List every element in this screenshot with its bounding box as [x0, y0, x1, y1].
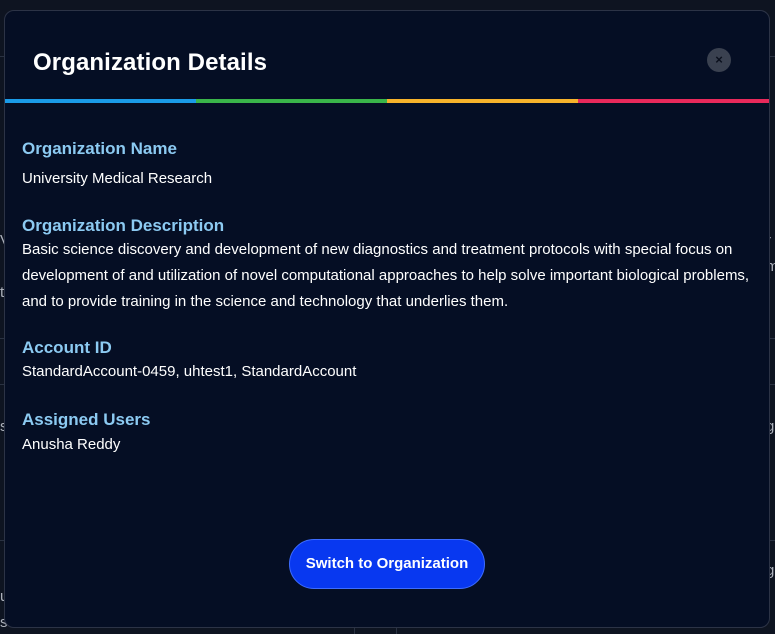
accent-stripe — [5, 99, 769, 103]
modal-title: Organization Details — [33, 49, 268, 76]
assigned-users-label: Assigned Users — [22, 410, 151, 429]
accent-segment-yellow — [387, 99, 578, 103]
org-name-label: Organization Name — [22, 139, 177, 158]
close-icon[interactable]: × — [707, 48, 731, 72]
org-description-label: Organization Description — [22, 216, 225, 235]
accent-segment-green — [196, 99, 387, 103]
account-id-label: Account ID — [22, 338, 112, 357]
organization-details-modal: Organization Details × Organization Name… — [4, 10, 770, 628]
accent-segment-blue — [5, 99, 196, 103]
account-id-value: StandardAccount-0459, uhtest1, StandardA… — [22, 363, 357, 380]
modal-header: Organization Details × — [5, 11, 769, 99]
accent-segment-pink — [578, 99, 769, 103]
org-description-value: Basic science discovery and development … — [22, 241, 750, 310]
org-name-value: University Medical Research — [22, 170, 213, 187]
assigned-users-value: Anusha Reddy — [22, 436, 121, 453]
switch-to-organization-button[interactable]: Switch to Organization — [289, 539, 485, 589]
